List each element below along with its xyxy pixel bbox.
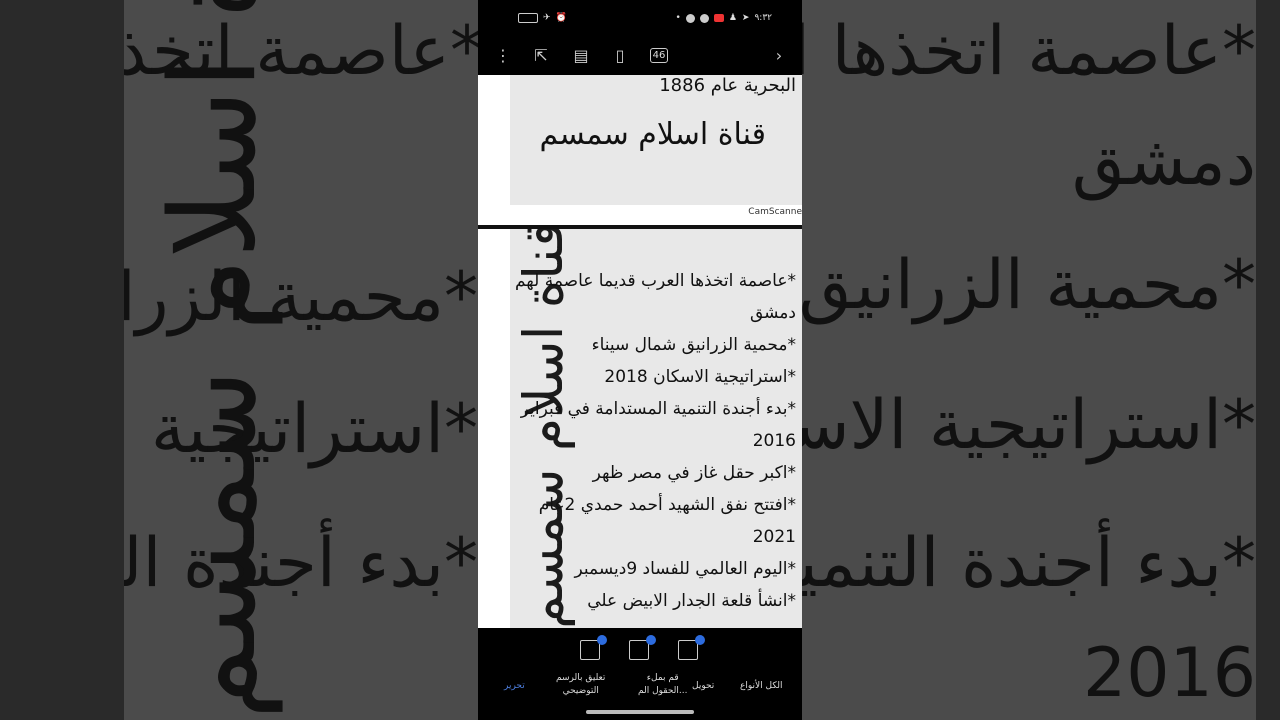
chevron-right-icon[interactable]: › [768, 44, 790, 66]
camscanner-watermark: CamScanne [748, 207, 802, 217]
document-page-1: البحرية عام 1886 قناة اسلام سمسم [510, 75, 802, 205]
bg-right-line-2: دمشق [1071, 122, 1256, 201]
list-item: *بدء أجندة التنمية المستدامة في فبراير [520, 399, 796, 419]
list-item: *افتتح نفق الشهيد أحمد حمدي 2عام [538, 495, 796, 515]
airplane-icon: ✈ [543, 13, 551, 23]
reading-mode-icon[interactable]: ▤ [570, 44, 592, 66]
list-item: 2016 [752, 431, 796, 451]
document-page-2: قناة اسلام سمسم *عاصمة اتخذها العرب قديم… [510, 229, 802, 628]
more-options-icon[interactable]: ⋮ [492, 44, 514, 66]
bg-right-line-4: *استراتيجية الاسكان 2018 [802, 386, 1256, 465]
background-left-panel: *عاصمة اتخذها العرب قديما عاصمة لهم *محم… [0, 0, 478, 720]
tab-convert[interactable]: تحويل [692, 680, 714, 693]
list-item: دمشق [749, 303, 796, 323]
list-item: *محمية الزرانيق شمال سيناء [591, 335, 796, 355]
premium-badge-icon [695, 635, 705, 645]
edit-image-icon[interactable] [580, 635, 607, 660]
phone-screen: ✈ ⏰ • ♟ ➤ ٩:٣٢ ⋮ ⇱ ▤ ▯ 46 › البحرية عام … [478, 0, 802, 720]
page2-list: *عاصمة اتخذها العرب قديما عاصمة لهم دمشق… [510, 265, 796, 617]
document-toolbar: ⋮ ⇱ ▤ ▯ 46 › [478, 38, 802, 74]
bg-right-line-6: 2016 [1082, 634, 1256, 713]
messenger-icon [699, 13, 709, 23]
home-indicator[interactable] [586, 710, 694, 714]
status-right-icons: • ♟ ➤ ٩:٣٢ [676, 13, 772, 23]
background-right-edge [1256, 0, 1280, 720]
fullscreen-icon[interactable]: ▯ [609, 44, 631, 66]
bg-right-line-1: *عاصمة اتخذها العرب قديما عاصمة لهم [802, 12, 1256, 91]
telegram-icon: ➤ [741, 13, 750, 23]
page1-top-line: البحرية عام 1886 [659, 75, 796, 96]
status-left-icons: ✈ ⏰ [518, 13, 567, 23]
tab-annotate[interactable]: تعليق بالرسم التوضيحي [556, 672, 605, 698]
list-item: *انشأ قلعة الجدار الابيض علي [587, 591, 796, 611]
bg-right-line-3: *محمية الزرانيق شمال سيناء [802, 246, 1256, 325]
background-right-panel: *عاصمة اتخذها العرب قديما عاصمة لهم دمشق… [802, 0, 1280, 720]
premium-badge-icon [646, 635, 656, 645]
add-image-icon[interactable] [629, 635, 656, 660]
tab-all-types[interactable]: الكل الأنواع [740, 680, 783, 693]
tab-edit[interactable]: تحرير [504, 680, 525, 693]
status-bar: ✈ ⏰ • ♟ ➤ ٩:٣٢ [478, 0, 802, 38]
page-count-button[interactable]: 46 [648, 44, 670, 66]
pdf-convert-icon[interactable] [678, 635, 705, 660]
alarm-icon: ⏰ [555, 13, 567, 23]
person-icon: ♟ [728, 13, 737, 23]
whatsapp-icon [685, 13, 695, 23]
page-count: 46 [649, 47, 669, 63]
tab-fill-fields[interactable]: قم بملء الحقول الم... [638, 672, 687, 698]
page1-title: قناة اسلام سمسم [539, 117, 766, 152]
document-viewer[interactable]: البحرية عام 1886 قناة اسلام سمسم CamScan… [478, 75, 802, 628]
bottom-toolbar: الكل الأنواع تحويل قم بملء الحقول الم...… [478, 628, 802, 720]
notification-dot-icon: • [675, 13, 681, 23]
list-item: *اليوم العالمي للفساد 9ديسمبر [574, 559, 796, 579]
bottom-tabs: الكل الأنواع تحويل قم بملء الحقول الم...… [478, 672, 802, 706]
background-left-blur: *عاصمة اتخذها العرب قديما عاصمة لهم *محم… [124, 0, 478, 720]
share-icon[interactable]: ⇱ [530, 44, 552, 66]
bg-left-vertical: قناة اسلام سمسم [144, 0, 282, 720]
status-time: ٩:٣٢ [754, 13, 772, 23]
list-item: *عاصمة اتخذها العرب قديما عاصمة لهم [514, 271, 796, 291]
battery-icon [518, 13, 538, 23]
list-item: *استراتيجية الاسكان 2018 [604, 367, 796, 387]
premium-badge-icon [597, 635, 607, 645]
bg-right-line-5: *بدء أجندة التنمية المستدامة في فبراير [802, 524, 1256, 603]
youtube-icon [713, 14, 724, 22]
bottom-quick-actions [478, 635, 802, 666]
list-item: *اكبر حقل غاز في مصر ظهر [592, 463, 796, 483]
list-item: 2021 [752, 527, 796, 547]
